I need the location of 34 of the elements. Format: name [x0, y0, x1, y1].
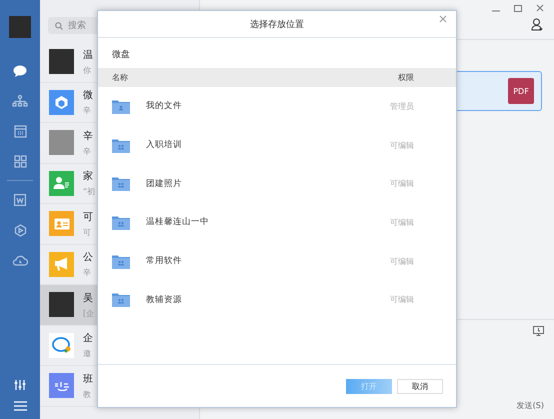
contact-name: 企 — [83, 332, 93, 346]
contact-name: 班 — [83, 372, 93, 386]
message-preview: 教 — [83, 388, 92, 400]
permission-label: 可编辑 — [390, 294, 414, 306]
column-heading: 名称 — [112, 72, 128, 83]
folder-name: 团建照片 — [146, 178, 183, 190]
message-preview: 辛 — [83, 146, 92, 157]
message-preview: [企 — [83, 308, 94, 319]
contact-name: 吴 — [83, 292, 94, 305]
contact-name: 辛 — [83, 130, 93, 143]
folder-name: 教辅资源 — [146, 294, 183, 306]
permission-label: 可编辑 — [390, 216, 414, 228]
folder-name: 我的文件 — [146, 100, 183, 112]
column-heading: 权限 — [398, 72, 414, 83]
message-preview: 邀 — [83, 348, 92, 360]
message-preview: 辛 — [83, 105, 92, 116]
permission-label: 可编辑 — [390, 178, 414, 190]
dialog-title: 选择存放位置 — [250, 18, 304, 30]
message-preview: 辛 — [83, 267, 92, 278]
permission-label: 可编辑 — [390, 256, 414, 267]
permission-label: 可编辑 — [390, 140, 414, 151]
pdf-file-badge: PDF — [508, 78, 534, 104]
message-preview: “初 — [83, 186, 96, 198]
permission-label: 管理员 — [390, 100, 414, 112]
contact-name: 可 — [83, 210, 93, 224]
message-preview: 可 — [83, 226, 92, 238]
message-preview: 你 — [83, 64, 92, 76]
folder-name: 温桂馨连山一中 — [146, 216, 210, 228]
contact-name: 微 — [83, 89, 93, 102]
contact-name: 温 — [83, 48, 93, 62]
folder-name: 常用软件 — [146, 255, 183, 268]
contact-name: 公 — [83, 251, 93, 264]
folder-name: 入职培训 — [146, 139, 183, 152]
contact-name: 家 — [83, 170, 94, 184]
